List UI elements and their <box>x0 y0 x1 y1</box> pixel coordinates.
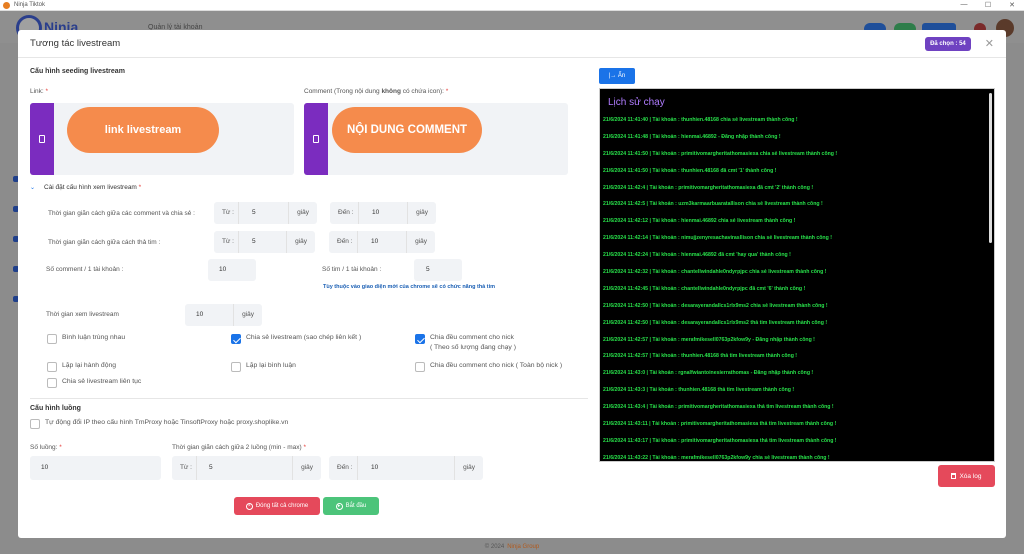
repeat-comments-checkbox[interactable]: Lặp lại bình luận <box>231 362 296 372</box>
hearts-per-account-value: 5 <box>426 266 430 273</box>
heart-from-value: 5 <box>252 238 256 245</box>
close-circle-icon: × <box>245 502 253 510</box>
background-footer: © 2024 Ninja Group <box>0 539 1024 554</box>
thread-to-value: 10 <box>371 464 379 471</box>
livestream-modal: Tương tác livestream Đã chọn : 54 ✕ Cấu … <box>18 30 1006 538</box>
window-title: Ninja Tiktok <box>14 2 46 8</box>
thread-count-field[interactable]: 10 <box>30 456 161 480</box>
seeding-section-title: Cấu hình seeding livestream <box>30 68 125 75</box>
footer-brand: Ninja Group <box>507 543 540 550</box>
modal-title: Tương tác livestream <box>30 38 121 49</box>
collapse-chevron-icon[interactable]: ⌄ <box>30 184 35 191</box>
section-divider <box>30 398 588 399</box>
modal-header: Tương tác livestream Đã chọn : 54 ✕ <box>18 30 1006 58</box>
window-title-bar: Ninja Tiktok — ☐ ✕ <box>0 0 1024 11</box>
footer-copyright: © 2024 <box>484 543 505 550</box>
close-icon[interactable]: ✕ <box>985 37 994 50</box>
watch-time-label: Thời gian xem livestream <box>46 311 119 318</box>
comment-label: Comment (Trong nội dung không có chứa ic… <box>304 88 449 95</box>
file-icon <box>304 103 328 175</box>
log-line: 21/6/2024 11:42:14 | Tài khoản : nimujjz… <box>603 235 832 242</box>
log-line: 21/6/2024 11:41:50 | Tài khoản : thunhie… <box>603 167 777 174</box>
threads-section-title: Cấu hình luồng <box>30 405 81 412</box>
log-line: 21/6/2024 11:42:4 | Tài khoản : primitiv… <box>603 184 814 191</box>
link-placeholder: link livestream <box>67 107 219 153</box>
play-icon: ▸ <box>335 502 343 510</box>
thread-to-field[interactable]: Đến : 10 giây <box>329 456 483 480</box>
heart-to-value: 10 <box>371 238 379 245</box>
comment-share-to-value: 10 <box>372 209 380 216</box>
heart-from-field[interactable]: Từ : 5 giây <box>214 231 315 253</box>
close-window-icon[interactable]: ✕ <box>1000 1 1024 9</box>
watch-time-value: 10 <box>196 311 204 318</box>
window-controls: — ☐ ✕ <box>952 1 1024 9</box>
duplicate-comment-checkbox[interactable]: Bình luận trùng nhau <box>47 334 125 344</box>
link-label: Link: * <box>30 88 49 95</box>
log-line: 21/6/2024 11:42:12 | Tài khoản : hienmai… <box>603 218 796 225</box>
auto-ip-checkbox[interactable]: Tự động đổi IP theo cấu hình TmProxy hoặ… <box>30 419 288 429</box>
heart-hint: Tùy thuộc vào giao diện mới của chrome s… <box>323 284 496 290</box>
log-line: 21/6/2024 11:42:50 | Tài khoản : desaray… <box>603 319 828 326</box>
log-line: 21/6/2024 11:42:24 | Tài khoản : hienmai… <box>603 252 791 259</box>
log-line: 21/6/2024 11:42:32 | Tài khoản : chantel… <box>603 269 827 276</box>
log-line: 21/6/2024 11:41:50 | Tài khoản : primiti… <box>603 150 838 157</box>
comments-per-account-value: 10 <box>219 266 227 273</box>
comment-share-from-field[interactable]: Từ : 5 giây <box>214 202 317 224</box>
thread-from-field[interactable]: Từ : 5 giây <box>172 456 321 480</box>
log-line: 21/6/2024 11:42:50 | Tài khoản : desaray… <box>603 302 828 309</box>
clear-log-button[interactable]: Xóa log <box>938 465 995 487</box>
start-button[interactable]: ▸ Bắt đầu <box>323 497 379 515</box>
split-comments-checkbox[interactable]: Chia đều comment cho nick( Theo số lượng… <box>415 334 516 351</box>
thread-count-value: 10 <box>41 464 49 471</box>
log-line: 21/6/2024 11:41:48 | Tài khoản : hienmai… <box>603 133 781 140</box>
log-line: 21/6/2024 11:43:17 | Tài khoản : primiti… <box>603 437 837 444</box>
split-comments-all-checkbox[interactable]: Chia đều comment cho nick ( Toàn bộ nick… <box>415 362 562 372</box>
comment-share-from-value: 5 <box>252 209 256 216</box>
log-line: 21/6/2024 11:43:3 | Tài khoản : thunhien… <box>603 387 795 394</box>
log-line: 21/6/2024 11:42:57 | Tài khoản : thunhie… <box>603 353 798 360</box>
thread-from-value: 5 <box>209 464 213 471</box>
selected-count-badge: Đã chọn : 54 <box>925 36 971 51</box>
minimize-icon[interactable]: — <box>952 1 976 9</box>
log-line: 21/6/2024 11:42:45 | Tài khoản : chantel… <box>603 285 806 292</box>
log-line: 21/6/2024 11:43:4 | Tài khoản : primitiv… <box>603 404 834 411</box>
file-icon <box>30 103 54 175</box>
log-line: 21/6/2024 11:43:0 | Tài khoản : rgnalfwi… <box>603 370 814 377</box>
comment-upload-field[interactable]: NỘI DUNG COMMENT <box>304 103 568 175</box>
log-line: 21/6/2024 11:43:11 | Tài khoản : primiti… <box>603 421 837 428</box>
maximize-icon[interactable]: ☐ <box>976 1 1000 9</box>
watch-time-field[interactable]: 10 giây <box>185 304 262 326</box>
watch-section-title: Cài đặt cấu hình xem livestream * <box>44 184 142 191</box>
hearts-per-account-field[interactable]: 5 <box>414 259 462 281</box>
heart-to-field[interactable]: Đến : 10 giây <box>329 231 435 253</box>
heart-interval-label: Thời gian giãn cách giữa cách thả tim : <box>48 239 161 246</box>
thread-interval-label: Thời gian giãn cách giữa 2 luồng (min - … <box>172 444 306 451</box>
close-all-chrome-button[interactable]: × Đóng tất cả chrome <box>234 497 320 515</box>
log-title: Lịch sử chạy <box>608 97 665 108</box>
share-continuous-checkbox[interactable]: Chia sẻ livestream liên tục <box>47 378 141 388</box>
share-livestream-checkbox[interactable]: Chia sẻ livestream (sao chép liên kết ) <box>231 334 361 344</box>
log-scrollbar[interactable] <box>989 93 992 243</box>
comments-per-account-field[interactable]: 10 <box>208 259 256 281</box>
hearts-per-account-label: Số tim / 1 tài khoản : <box>322 266 382 273</box>
repeat-actions-checkbox[interactable]: Lặp lại hành động <box>47 362 116 372</box>
trash-icon <box>951 473 957 479</box>
comment-share-interval-label: Thời gian giãn cách giữa các comment và … <box>48 210 195 217</box>
link-upload-field[interactable]: link livestream <box>30 103 294 175</box>
log-line: 21/6/2024 11:42:57 | Tài khoản : merafmi… <box>603 336 815 343</box>
comments-per-account-label: Số comment / 1 tài khoản : <box>46 266 124 273</box>
log-line: 21/6/2024 11:41:40 | Tài khoản : thunhie… <box>603 117 798 123</box>
log-line: 21/6/2024 11:43:22 | Tài khoản : merafmi… <box>603 454 830 461</box>
log-line: 21/6/2024 11:42:5 | Tài khoản : uzm3karm… <box>603 201 823 208</box>
app-logo-icon <box>3 1 10 9</box>
hide-log-button[interactable]: |→ Ẩn <box>599 68 635 84</box>
log-lines: 21/6/2024 11:41:40 | Tài khoản : thunhie… <box>603 117 986 461</box>
log-panel: Lịch sử chạy 21/6/2024 11:41:40 | Tài kh… <box>599 88 995 462</box>
thread-count-label: Số luồng: * <box>30 444 62 451</box>
comment-share-to-field[interactable]: Đến : 10 giây <box>330 202 436 224</box>
comment-placeholder: NỘI DUNG COMMENT <box>332 107 482 153</box>
